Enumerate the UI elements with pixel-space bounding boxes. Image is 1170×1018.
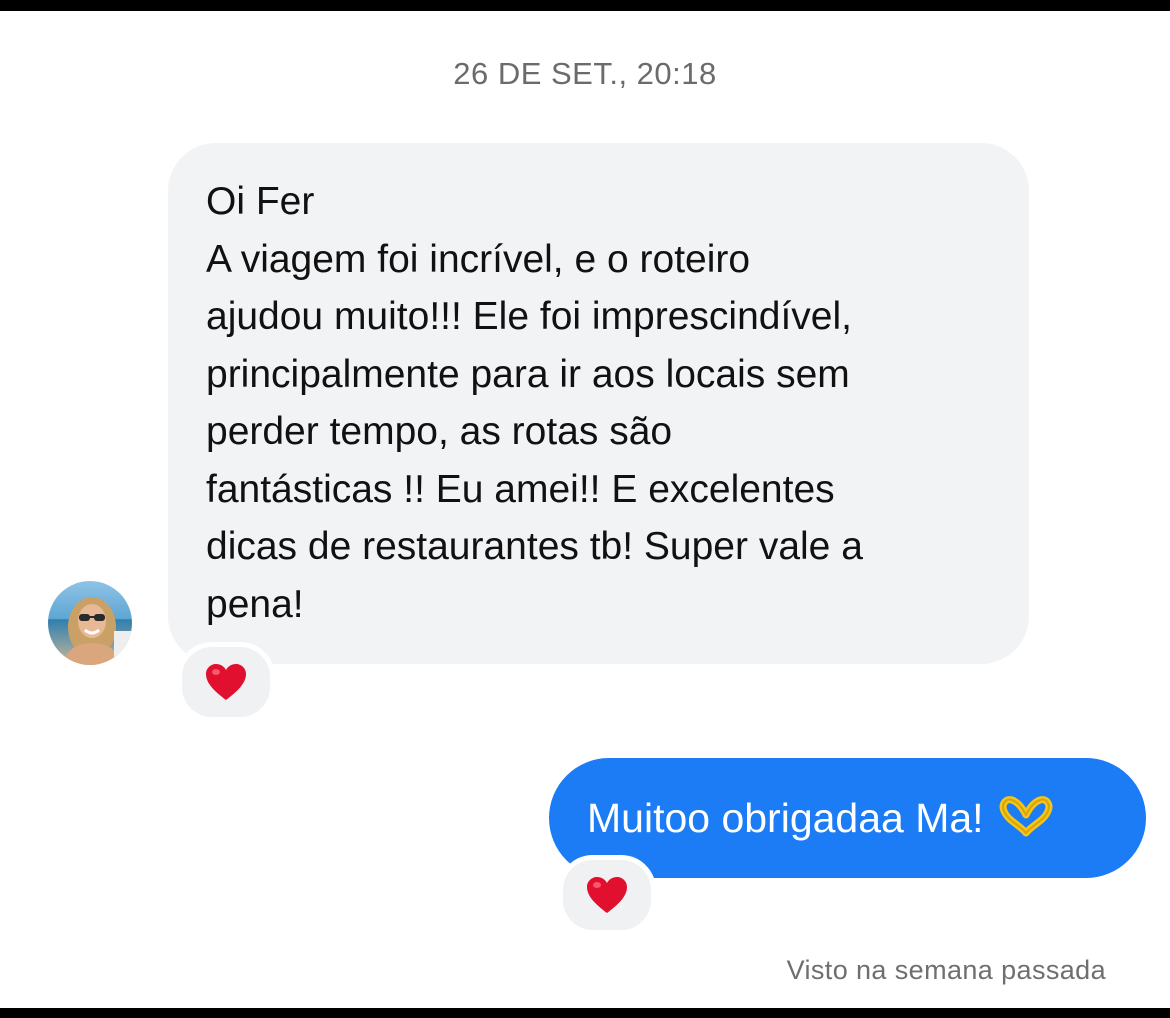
message-line: ajudou muito!!! Ele foi imprescindível,: [206, 295, 852, 338]
red-heart-icon: [206, 664, 246, 700]
message-line: dicas de restaurantes tb! Super vale a: [206, 525, 863, 568]
bottom-edge: [0, 1008, 1170, 1018]
message-line: principalmente para ir aos locais sem: [206, 352, 850, 396]
message-line: pena!: [206, 582, 304, 626]
outgoing-message-text: Muitoo obrigadaa Ma!: [587, 794, 984, 841]
incoming-reaction-badge[interactable]: [177, 642, 275, 722]
red-heart-icon: [587, 877, 627, 913]
avatar-photo: [48, 581, 132, 665]
outgoing-reaction-badge[interactable]: [558, 855, 656, 935]
message-line: perder tempo, as rotas são: [206, 410, 673, 453]
contact-avatar[interactable]: [48, 581, 132, 665]
message-line: A viagem foi incrível, e o roteiro: [206, 237, 751, 281]
message-line: fantásticas !! Eu amei!! E excelentes: [206, 467, 835, 511]
seen-status: Visto na semana passada: [786, 955, 1106, 985]
message-line: Oi Fer: [206, 180, 315, 223]
heart-hands-icon: [998, 795, 1054, 842]
incoming-message-bubble[interactable]: Oi Fer A viagem foi incrível, e o roteir…: [168, 143, 1029, 664]
message-timestamp: 26 DE SET., 20:18: [453, 56, 717, 91]
top-edge: [0, 0, 1170, 11]
